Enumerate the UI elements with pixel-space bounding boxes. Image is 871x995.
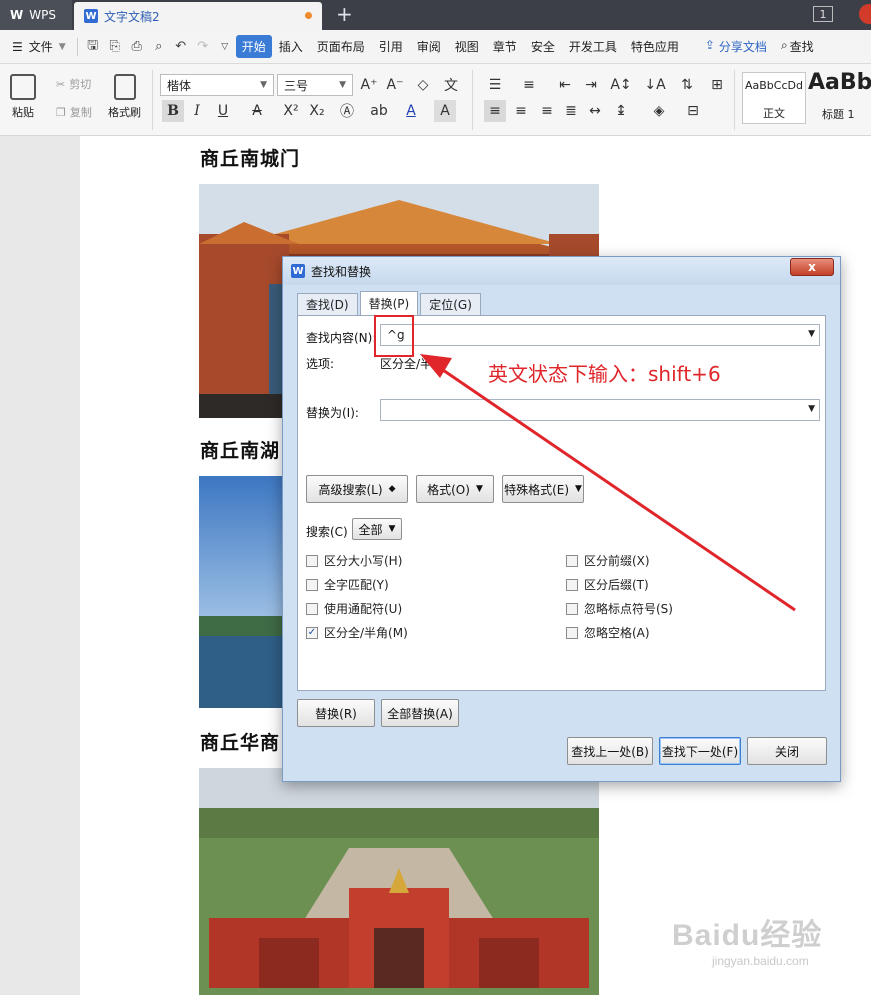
annotation-arrow-line bbox=[439, 366, 796, 612]
annotation-text: 英文状态下输入：shift+6 bbox=[488, 362, 721, 386]
annotation-arrow bbox=[420, 354, 796, 612]
